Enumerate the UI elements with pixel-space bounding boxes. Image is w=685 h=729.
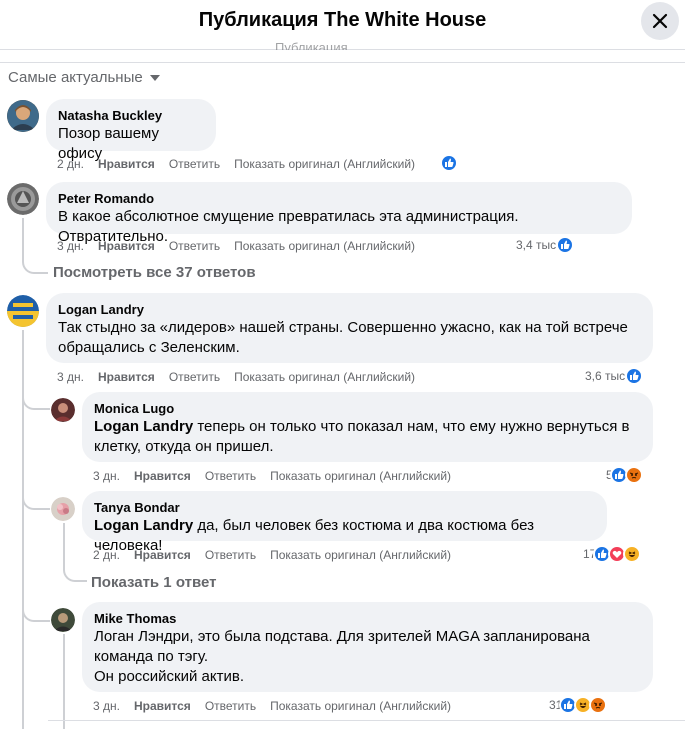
like-button[interactable]: Нравится xyxy=(134,699,191,713)
thread-curve xyxy=(63,566,87,582)
avatar[interactable] xyxy=(7,295,39,327)
comment-time[interactable]: 3 дн. xyxy=(93,699,120,713)
comment-bubble: Natasha Buckley Позор вашему офису xyxy=(46,99,216,162)
dialog-title: Публикация The White House xyxy=(198,9,487,31)
reply-button[interactable]: Ответить xyxy=(205,699,256,713)
reaction-count: 3,6 тыс. xyxy=(585,369,629,383)
see-original-button[interactable]: Показать оригинал (Английский) xyxy=(270,469,451,483)
comment-time[interactable]: 2 дн. xyxy=(93,548,120,562)
caret-down-icon xyxy=(149,74,160,81)
comment-text-line: Он российский актив. xyxy=(94,668,245,685)
reaction-summary[interactable]: 3,6 тыс. xyxy=(585,367,644,385)
like-icon xyxy=(556,236,575,254)
mention-link[interactable]: Logan Landry xyxy=(94,517,193,534)
comment-time[interactable]: 3 дн. xyxy=(57,370,84,384)
like-button[interactable]: Нравится xyxy=(134,548,191,562)
dialog-header: Публикация Публикация The White House xyxy=(0,0,685,50)
close-button[interactable] xyxy=(641,2,679,40)
view-all-replies-link[interactable]: Посмотреть все 37 ответов xyxy=(53,264,256,281)
like-button[interactable]: Нравится xyxy=(134,469,191,483)
avatar[interactable] xyxy=(51,497,75,521)
comment-bubble: Peter Romando В какое абсолютное смущени… xyxy=(46,182,632,245)
like-icon xyxy=(625,367,644,385)
like-icon xyxy=(440,154,458,172)
see-original-button[interactable]: Показать оригинал (Английский) xyxy=(234,239,415,253)
reply-bubble: Tanya Bondar Logan Landry да, был челове… xyxy=(82,491,607,554)
see-original-button[interactable]: Показать оригинал (Английский) xyxy=(234,370,415,384)
sort-dropdown[interactable]: Самые актуальные xyxy=(8,69,161,86)
comment-actions: 3 дн. Нравится Ответить Показать оригина… xyxy=(57,239,415,253)
see-original-button[interactable]: Показать оригинал (Английский) xyxy=(270,548,451,562)
comment-author[interactable]: Natasha Buckley xyxy=(58,107,204,124)
see-original-button[interactable]: Показать оригинал (Английский) xyxy=(270,699,451,713)
reply-bubble: Monica Lugo Logan Landry теперь он тольк… xyxy=(82,392,653,462)
reply-button[interactable]: Ответить xyxy=(169,370,220,384)
avatar[interactable] xyxy=(7,100,39,132)
show-replies-link[interactable]: Показать 1 ответ xyxy=(91,574,216,591)
comment-time[interactable]: 2 дн. xyxy=(57,157,84,171)
reply-button[interactable]: Ответить xyxy=(205,469,256,483)
angry-icon xyxy=(624,466,643,484)
header-ghost-text: Публикация xyxy=(275,40,348,50)
comment-actions: 2 дн. Нравится Ответить Показать оригина… xyxy=(57,157,415,171)
like-button[interactable]: Нравится xyxy=(98,370,155,384)
see-original-button[interactable]: Показать оригинал (Английский) xyxy=(234,157,415,171)
avatar[interactable] xyxy=(7,183,39,215)
comment-bubble: Logan Landry Так стыдно за «лидеров» наш… xyxy=(46,293,653,363)
comment-text-line: команда по тэгу. xyxy=(94,648,209,665)
like-button[interactable]: Нравится xyxy=(98,157,155,171)
comment-author[interactable]: Monica Lugo xyxy=(94,400,641,417)
thread-curve xyxy=(22,604,50,622)
comment-text-line: Логан Лэндри, это была подстава. Для зри… xyxy=(94,628,590,645)
comment-text-line: обращались с Зеленским. xyxy=(58,339,240,356)
comment-author[interactable]: Mike Thomas xyxy=(94,610,641,627)
reaction-summary[interactable]: 31 xyxy=(549,696,608,714)
reply-button[interactable]: Ответить xyxy=(169,239,220,253)
thread-curve xyxy=(22,492,50,510)
avatar[interactable] xyxy=(51,398,75,422)
comment-text-line: Logan Landry теперь он только что показа… xyxy=(94,417,641,437)
thread-line xyxy=(22,218,24,252)
comment-actions: 3 дн. Нравится Ответить Показать оригина… xyxy=(93,469,451,483)
angry-icon xyxy=(589,696,608,714)
comment-actions: 2 дн. Нравится Ответить Показать оригина… xyxy=(93,548,451,562)
comment-text: теперь он только что показал нам, что ем… xyxy=(193,418,630,435)
reaction-summary[interactable]: 5 xyxy=(606,466,643,484)
thread-line xyxy=(63,523,65,570)
avatar[interactable] xyxy=(51,608,75,632)
close-icon xyxy=(652,13,668,29)
reaction-summary[interactable]: 3,4 тыс. xyxy=(516,236,575,254)
haha-icon xyxy=(623,545,642,563)
reaction-summary[interactable]: 17 xyxy=(583,545,642,563)
comment-text-line: Так стыдно за «лидеров» нашей страны. Со… xyxy=(58,319,628,336)
comment-actions: 3 дн. Нравится Ответить Показать оригина… xyxy=(57,370,415,384)
thread-line xyxy=(63,634,65,729)
comment-author[interactable]: Tanya Bondar xyxy=(94,499,595,516)
comment-actions: 3 дн. Нравится Ответить Показать оригина… xyxy=(93,699,451,713)
divider xyxy=(0,62,685,63)
mention-link[interactable]: Logan Landry xyxy=(94,418,193,435)
sort-label: Самые актуальные xyxy=(8,69,143,86)
thread-curve xyxy=(22,392,50,410)
thread-line xyxy=(22,330,24,729)
comment-author[interactable]: Peter Romando xyxy=(58,190,620,207)
comment-time[interactable]: 3 дн. xyxy=(93,469,120,483)
comment-author[interactable]: Logan Landry xyxy=(58,301,641,318)
thread-curve xyxy=(22,250,48,274)
comment-time[interactable]: 3 дн. xyxy=(57,239,84,253)
reply-button[interactable]: Ответить xyxy=(169,157,220,171)
reply-bubble: Mike Thomas Логан Лэндри, это была подст… xyxy=(82,602,653,692)
reaction-summary[interactable] xyxy=(440,154,458,172)
like-button[interactable]: Нравится xyxy=(98,239,155,253)
reaction-count: 3,4 тыс. xyxy=(516,238,560,252)
divider xyxy=(48,720,685,721)
comment-text-line: клетку, откуда он пришел. xyxy=(94,438,274,455)
reply-button[interactable]: Ответить xyxy=(205,548,256,562)
